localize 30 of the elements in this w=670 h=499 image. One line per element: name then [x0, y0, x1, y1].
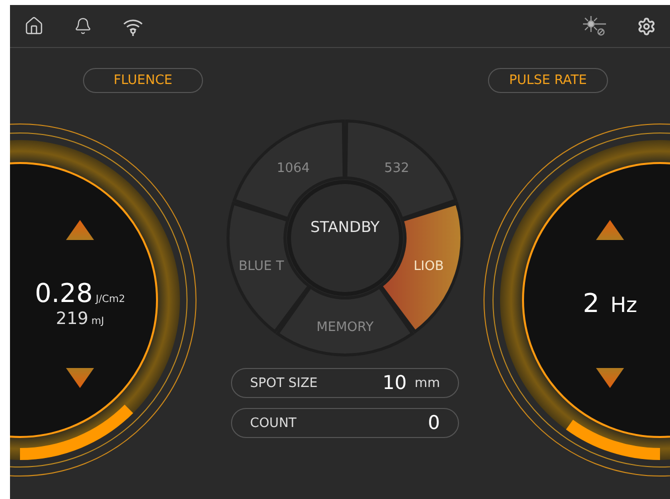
pulse-rate-label: PULSE RATE: [488, 68, 608, 92]
readout-value: 10: [382, 372, 407, 394]
mode-segment[interactable]: LIOB: [379, 202, 464, 334]
decrease-button[interactable]: [596, 368, 624, 388]
energy-value: 219: [56, 309, 88, 329]
fluence-unit: J/Cm2: [96, 294, 126, 305]
fluence-label: FLUENCE: [83, 68, 203, 92]
readout-unit: mm: [414, 376, 440, 390]
readout-value: 0: [428, 412, 440, 434]
mode-segment[interactable]: MEMORY: [276, 286, 414, 356]
mode-segment[interactable]: 1064: [232, 120, 346, 220]
energy-unit: mJ: [91, 316, 104, 327]
triangle-up-icon: [66, 220, 94, 240]
increase-button[interactable]: [66, 220, 94, 240]
settings-icon[interactable]: [637, 16, 656, 36]
triangle-down-icon: [66, 368, 94, 388]
mode-segment[interactable]: 532: [344, 120, 458, 220]
triangle-down-icon: [596, 368, 624, 388]
triangle-up-icon: [596, 220, 624, 240]
pulse-rate-value: 2: [582, 289, 600, 319]
readout-label: SPOT SIZE: [250, 376, 319, 390]
increase-button[interactable]: [596, 220, 624, 240]
decrease-button[interactable]: [66, 368, 94, 388]
standby-button[interactable]: STANDBY: [287, 180, 403, 296]
fluence-value: 0.28: [34, 279, 93, 309]
home-icon[interactable]: [24, 16, 44, 36]
bell-icon[interactable]: [74, 17, 92, 35]
mode-segment[interactable]: BLUE T: [226, 202, 311, 334]
pulse-rate-unit: Hz: [610, 293, 638, 317]
readout-label: COUNT: [250, 416, 298, 430]
